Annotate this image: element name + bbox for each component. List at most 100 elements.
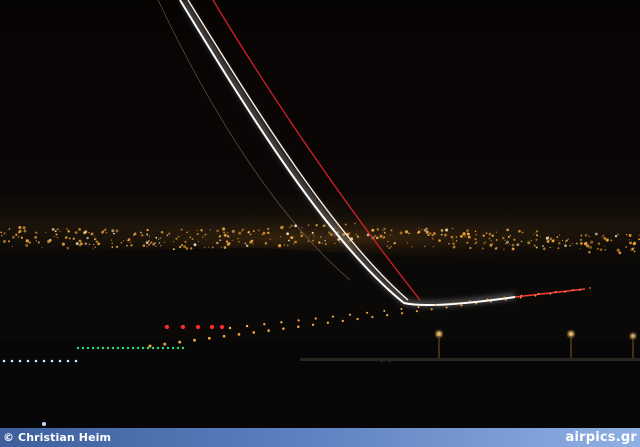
- runway-light: [146, 346, 150, 350]
- city-light: [313, 235, 315, 237]
- city-light: [286, 232, 289, 236]
- city-light: [44, 231, 47, 234]
- city-light: [267, 227, 270, 231]
- runway-light: [58, 359, 62, 363]
- city-light: [462, 232, 466, 236]
- city-light: [321, 242, 324, 245]
- city-light: [111, 246, 114, 249]
- runway-light: [371, 315, 374, 319]
- city-light: [628, 233, 632, 237]
- runway-light: [341, 319, 344, 323]
- city-light: [15, 233, 18, 236]
- city-light: [496, 247, 498, 249]
- city-light: [597, 242, 601, 245]
- city-light: [324, 243, 327, 245]
- city-light: [535, 246, 538, 249]
- city-light: [142, 244, 146, 247]
- city-light: [474, 238, 477, 241]
- city-light: [11, 245, 13, 247]
- city-light: [34, 236, 37, 239]
- city-light: [561, 239, 564, 242]
- city-light: [417, 231, 419, 234]
- runway-light: [163, 342, 167, 346]
- city-light: [59, 230, 61, 232]
- city-light: [557, 239, 559, 241]
- city-light: [140, 234, 144, 237]
- city-light: [7, 240, 11, 243]
- city-light: [225, 240, 229, 243]
- city-light: [399, 231, 403, 235]
- city-light: [37, 241, 40, 244]
- runway-light: [311, 323, 315, 327]
- city-light: [51, 227, 55, 231]
- city-light: [41, 247, 43, 249]
- runway-light: [166, 346, 170, 350]
- city-light: [579, 238, 582, 241]
- city-light: [180, 243, 184, 247]
- city-light: [129, 241, 132, 244]
- city-light: [333, 234, 336, 237]
- runway-light: [180, 324, 186, 330]
- runway-light: [116, 346, 120, 350]
- city-light: [179, 246, 182, 249]
- city-light: [594, 232, 598, 236]
- city-light: [603, 237, 607, 240]
- runway-light: [297, 319, 300, 322]
- city-light: [552, 239, 555, 242]
- city-light: [518, 229, 521, 233]
- city-light: [383, 231, 386, 234]
- city-light: [432, 238, 434, 240]
- runway-light: [445, 306, 448, 309]
- city-light: [509, 234, 512, 237]
- city-light: [88, 243, 91, 246]
- runway-light: [161, 346, 165, 350]
- city-light: [177, 235, 180, 238]
- city-light: [354, 222, 356, 225]
- city-light: [154, 242, 157, 244]
- city-light: [376, 228, 379, 231]
- city-light: [488, 237, 491, 240]
- city-light: [75, 242, 79, 246]
- city-light: [47, 239, 51, 244]
- runway-light: [564, 291, 567, 293]
- city-light: [545, 236, 549, 240]
- city-light: [204, 233, 207, 236]
- runway-light: [434, 304, 437, 307]
- city-light: [133, 232, 137, 236]
- city-light: [344, 223, 347, 226]
- city-light: [489, 243, 493, 247]
- city-light: [289, 226, 291, 229]
- city-light: [185, 247, 189, 250]
- city-light: [22, 226, 26, 230]
- city-light: [614, 235, 618, 238]
- city-light: [150, 241, 153, 244]
- city-light: [533, 233, 535, 235]
- city-light: [180, 228, 183, 231]
- city-light: [557, 247, 560, 250]
- city-light: [193, 243, 197, 247]
- city-light: [244, 242, 247, 245]
- city-light: [290, 224, 293, 227]
- city-light: [126, 244, 128, 247]
- city-light: [148, 243, 150, 246]
- runway-light: [141, 346, 145, 350]
- city-light: [467, 235, 471, 239]
- city-light: [86, 236, 89, 240]
- city-light: [530, 239, 532, 242]
- city-light: [567, 238, 570, 240]
- city-light: [506, 228, 510, 232]
- city-light: [172, 241, 174, 243]
- city-light: [315, 223, 318, 227]
- city-light: [292, 243, 294, 245]
- city-light: [452, 239, 454, 241]
- runway-light: [164, 324, 170, 330]
- city-light: [527, 241, 531, 245]
- runway-light: [534, 294, 537, 297]
- city-light: [601, 235, 604, 238]
- city-light: [25, 239, 29, 243]
- city-light: [355, 233, 357, 236]
- city-light: [122, 240, 124, 242]
- city-light: [172, 248, 175, 251]
- city-light: [339, 241, 341, 243]
- city-light: [312, 239, 315, 242]
